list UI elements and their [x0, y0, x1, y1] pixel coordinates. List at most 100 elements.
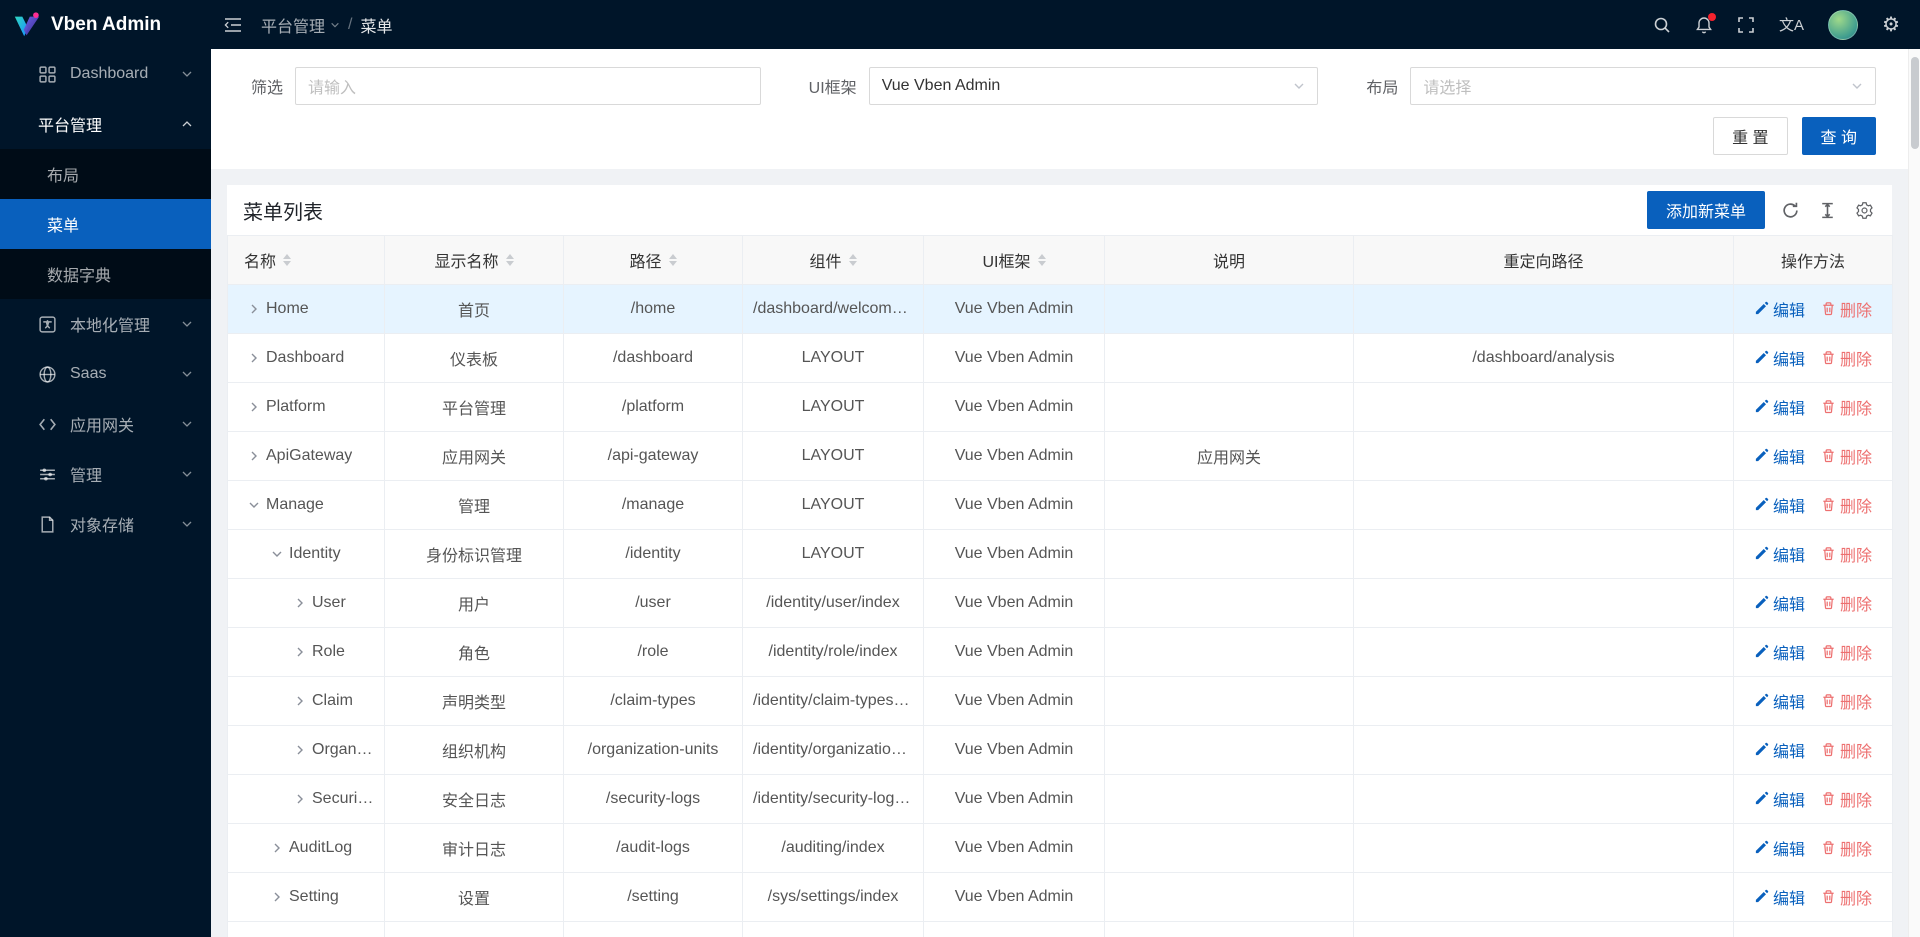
- edit-button[interactable]: 编辑: [1754, 836, 1805, 860]
- expand-row-icon[interactable]: [294, 695, 306, 707]
- translate-icon[interactable]: 文A: [1767, 0, 1816, 49]
- delete-button[interactable]: 删除: [1821, 640, 1872, 664]
- sort-icon[interactable]: [669, 254, 677, 266]
- delete-button[interactable]: 删除: [1821, 493, 1872, 517]
- notification-bell-icon[interactable]: [1683, 0, 1725, 49]
- sidebar-item-layout[interactable]: 布局: [0, 149, 211, 199]
- sidebar-item-data-dictionary[interactable]: 数据字典: [0, 249, 211, 299]
- table-row-platform[interactable]: Platform平台管理/platformLAYOUTVue Vben Admi…: [228, 383, 1893, 432]
- table-row-dashboard[interactable]: Dashboard仪表板/dashboardLAYOUTVue Vben Adm…: [228, 334, 1893, 383]
- sort-icon[interactable]: [849, 254, 857, 266]
- sidebar-item-menu[interactable]: 菜单: [0, 199, 211, 249]
- delete-button[interactable]: 删除: [1821, 297, 1872, 321]
- reset-button[interactable]: 重 置: [1713, 117, 1787, 155]
- edit-button[interactable]: 编辑: [1754, 689, 1805, 713]
- delete-button[interactable]: 删除: [1821, 542, 1872, 566]
- expand-row-icon[interactable]: [248, 352, 260, 364]
- delete-button[interactable]: 删除: [1821, 738, 1872, 762]
- filter-framework-select[interactable]: Vue Vben Admin: [869, 67, 1319, 105]
- row-name: Security...: [312, 790, 374, 808]
- expand-row-icon[interactable]: [248, 450, 260, 462]
- table-row-home[interactable]: Home首页/home/dashboard/welcome/in...Vue V…: [228, 285, 1893, 334]
- expand-row-icon[interactable]: [294, 646, 306, 658]
- sidebar-item-localization[interactable]: 本地化管理: [0, 299, 211, 349]
- expand-row-icon[interactable]: [248, 303, 260, 315]
- column-header-display-name[interactable]: 显示名称: [385, 236, 564, 285]
- scrollbar-thumb[interactable]: [1911, 57, 1919, 149]
- breadcrumb-platform-management[interactable]: 平台管理: [261, 13, 340, 37]
- edit-button[interactable]: 编辑: [1754, 444, 1805, 468]
- filter-card: 筛选 请输入 UI框架 Vue Vben Admin: [211, 49, 1908, 169]
- sidebar-item-saas[interactable]: Saas: [0, 349, 211, 399]
- column-header-component[interactable]: 组件: [743, 236, 924, 285]
- sort-icon[interactable]: [283, 254, 291, 266]
- sidebar-item-dashboard[interactable]: Dashboard: [0, 49, 211, 99]
- sort-icon[interactable]: [506, 254, 514, 266]
- expand-row-icon[interactable]: [271, 891, 283, 903]
- sidebar-item-api-gateway[interactable]: 应用网关: [0, 399, 211, 449]
- sidebar-item-manage[interactable]: 管理: [0, 449, 211, 499]
- collapse-row-icon[interactable]: [271, 548, 283, 560]
- filter-keyword-input[interactable]: 请输入: [295, 67, 761, 105]
- table-row-auditlog[interactable]: AuditLog审计日志/audit-logs/auditing/indexVu…: [228, 824, 1893, 873]
- page-scrollbar[interactable]: [1908, 49, 1920, 937]
- edit-button[interactable]: 编辑: [1754, 542, 1805, 566]
- edit-button[interactable]: 编辑: [1754, 493, 1805, 517]
- delete-button[interactable]: 删除: [1821, 689, 1872, 713]
- edit-button[interactable]: 编辑: [1754, 787, 1805, 811]
- table-row-setting[interactable]: Setting设置/setting/sys/settings/indexVue …: [228, 873, 1893, 922]
- delete-button[interactable]: 删除: [1821, 591, 1872, 615]
- edit-button[interactable]: 编辑: [1754, 885, 1805, 909]
- delete-button[interactable]: 删除: [1821, 885, 1872, 909]
- table-row-identity[interactable]: Identity身份标识管理/identityLAYOUTVue Vben Ad…: [228, 530, 1893, 579]
- add-menu-button[interactable]: 添加新菜单: [1647, 191, 1765, 229]
- avatar[interactable]: [1816, 0, 1870, 49]
- expand-row-icon[interactable]: [294, 793, 306, 805]
- sidebar-fold-icon[interactable]: [211, 0, 255, 49]
- search-icon[interactable]: [1641, 0, 1683, 49]
- delete-button[interactable]: 删除: [1821, 787, 1872, 811]
- delete-button[interactable]: 删除: [1821, 444, 1872, 468]
- cell-path: /setting: [564, 873, 743, 922]
- sort-icon[interactable]: [1038, 254, 1046, 266]
- edit-button[interactable]: 编辑: [1754, 640, 1805, 664]
- filter-layout-select[interactable]: 请选择: [1410, 67, 1876, 105]
- query-button[interactable]: 查 询: [1802, 117, 1876, 155]
- collapse-row-icon[interactable]: [248, 499, 260, 511]
- sidebar-item-platform-management[interactable]: 平台管理: [0, 99, 211, 149]
- expand-row-icon[interactable]: [248, 401, 260, 413]
- column-header-framework[interactable]: UI框架: [924, 236, 1105, 285]
- app-logo[interactable]: Vben Admin: [0, 0, 211, 49]
- delete-button[interactable]: 删除: [1821, 346, 1872, 370]
- expand-row-icon[interactable]: [294, 597, 306, 609]
- edit-button[interactable]: 编辑: [1754, 297, 1805, 321]
- delete-button[interactable]: 删除: [1821, 395, 1872, 419]
- sidebar-item-object-storage[interactable]: 对象存储: [0, 499, 211, 549]
- expand-row-icon[interactable]: [271, 842, 283, 854]
- table-row-role[interactable]: Role角色/role/identity/role/indexVue Vben …: [228, 628, 1893, 677]
- edit-button[interactable]: 编辑: [1754, 395, 1805, 419]
- table-row-organiz[interactable]: Organiz...组织机构/organization-units/identi…: [228, 726, 1893, 775]
- chevron-down-icon: [181, 418, 193, 430]
- table-row-claim[interactable]: Claim声明类型/claim-types/identity/claim-typ…: [228, 677, 1893, 726]
- manage-icon: [38, 465, 60, 484]
- column-header-name[interactable]: 名称: [228, 236, 385, 285]
- table-row-user[interactable]: User用户/user/identity/user/indexVue Vben …: [228, 579, 1893, 628]
- table-row-manage[interactable]: Manage管理/manageLAYOUTVue Vben Admin编辑删除: [228, 481, 1893, 530]
- breadcrumb-separator: /: [348, 16, 352, 34]
- expand-row-icon[interactable]: [294, 744, 306, 756]
- table-row-security[interactable]: Security...安全日志/security-logs/identity/s…: [228, 775, 1893, 824]
- column-header-path[interactable]: 路径: [564, 236, 743, 285]
- cell-component: LAYOUT: [743, 530, 924, 579]
- fullscreen-icon[interactable]: [1725, 0, 1767, 49]
- edit-button[interactable]: 编辑: [1754, 591, 1805, 615]
- refresh-icon[interactable]: [1779, 199, 1802, 222]
- cell-redirect: [1354, 726, 1734, 775]
- table-row-apigateway[interactable]: ApiGateway应用网关/api-gatewayLAYOUTVue Vben…: [228, 432, 1893, 481]
- delete-button[interactable]: 删除: [1821, 836, 1872, 860]
- settings-gear-icon[interactable]: ⚙: [1870, 0, 1912, 49]
- edit-button[interactable]: 编辑: [1754, 346, 1805, 370]
- column-settings-icon[interactable]: [1853, 199, 1876, 222]
- edit-button[interactable]: 编辑: [1754, 738, 1805, 762]
- row-height-icon[interactable]: [1816, 199, 1839, 222]
